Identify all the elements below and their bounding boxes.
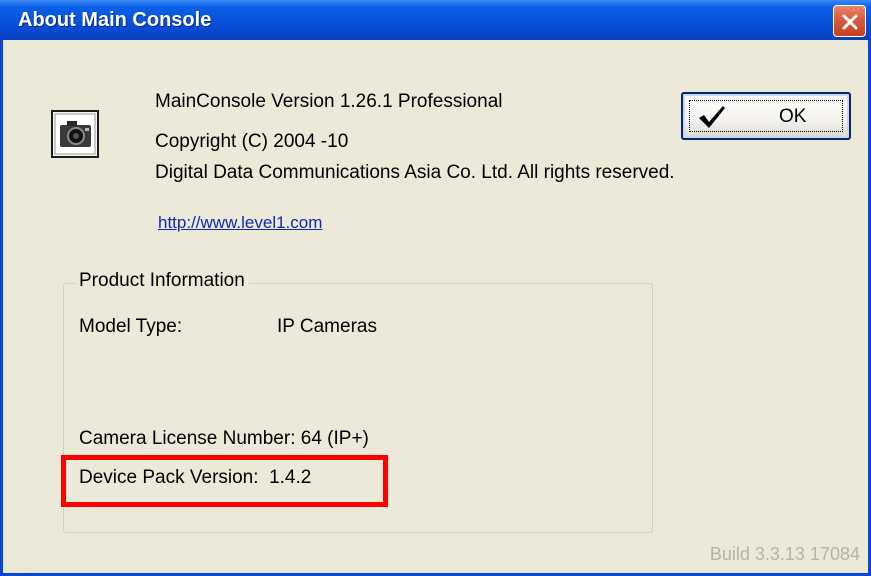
ok-button[interactable]: OK (681, 92, 851, 140)
close-button[interactable] (833, 5, 866, 37)
model-type-label: Model Type: (79, 316, 183, 337)
about-dialog: About Main Console MainConsole Version 1… (0, 0, 871, 576)
checkmark-icon (699, 106, 725, 128)
title-bar[interactable]: About Main Console (0, 0, 871, 40)
copyright-text: Copyright (C) 2004 -10 (155, 131, 349, 152)
close-icon (842, 14, 858, 30)
rights-text: Digital Data Communications Asia Co. Ltd… (155, 162, 675, 183)
build-text: Build 3.3.13 17084 (709, 544, 860, 564)
license-text: Camera License Number: 64 (IP+) (79, 428, 369, 449)
website-link[interactable]: http://www.level1.com (158, 213, 322, 233)
product-info-legend: Product Information (75, 270, 249, 292)
highlight-box (61, 455, 388, 507)
ok-button-label: OK (779, 106, 807, 127)
version-text: MainConsole Version 1.26.1 Professional (155, 91, 503, 112)
model-type-value: IP Cameras (277, 316, 377, 337)
window-title: About Main Console (18, 9, 212, 31)
camera-icon (51, 110, 99, 158)
